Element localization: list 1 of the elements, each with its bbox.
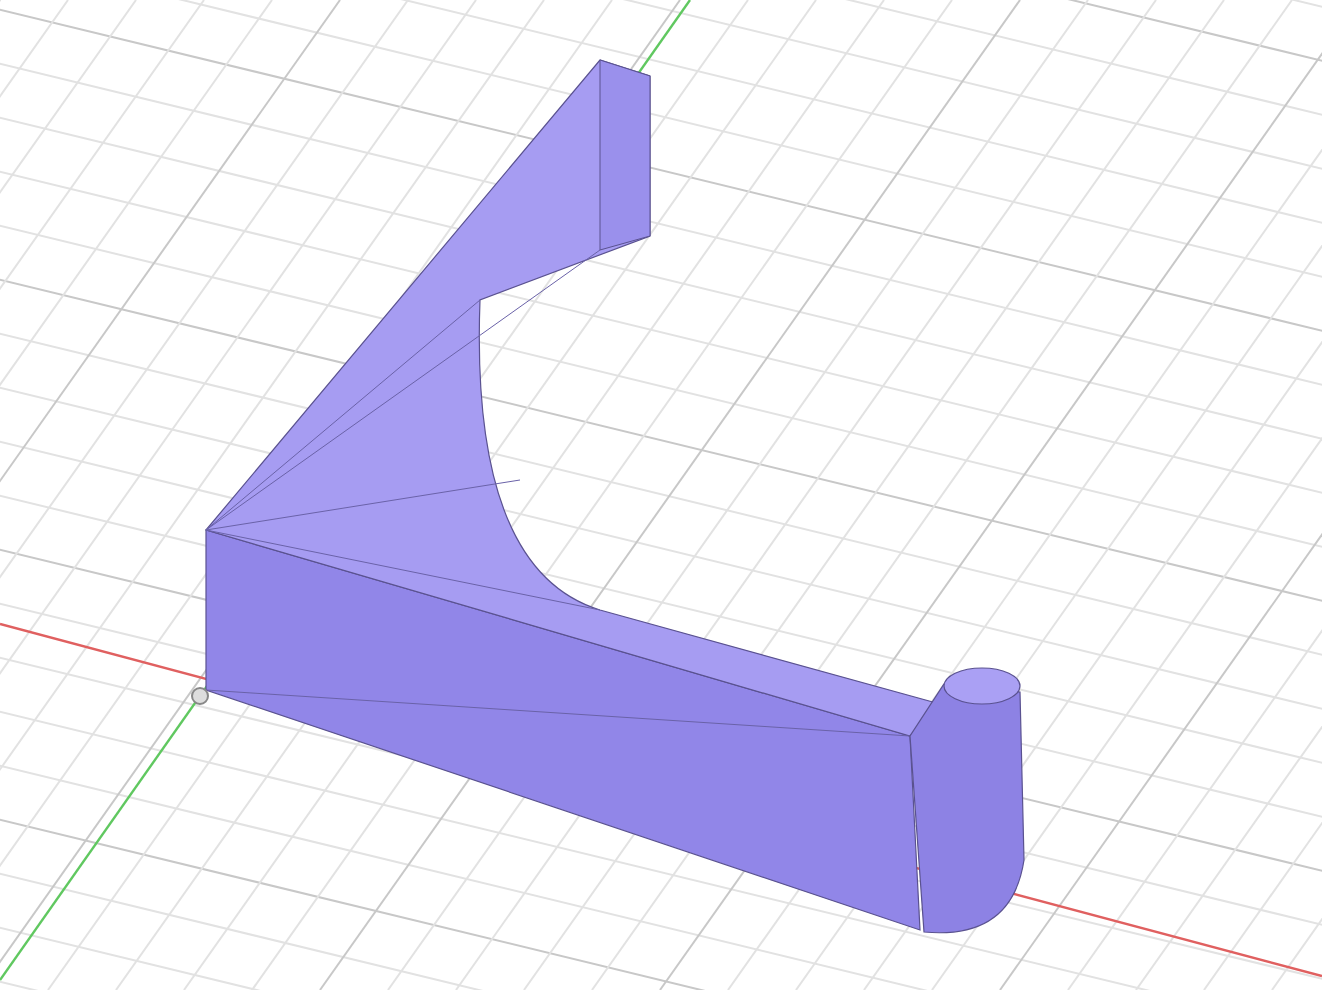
origin-icon xyxy=(191,687,209,705)
